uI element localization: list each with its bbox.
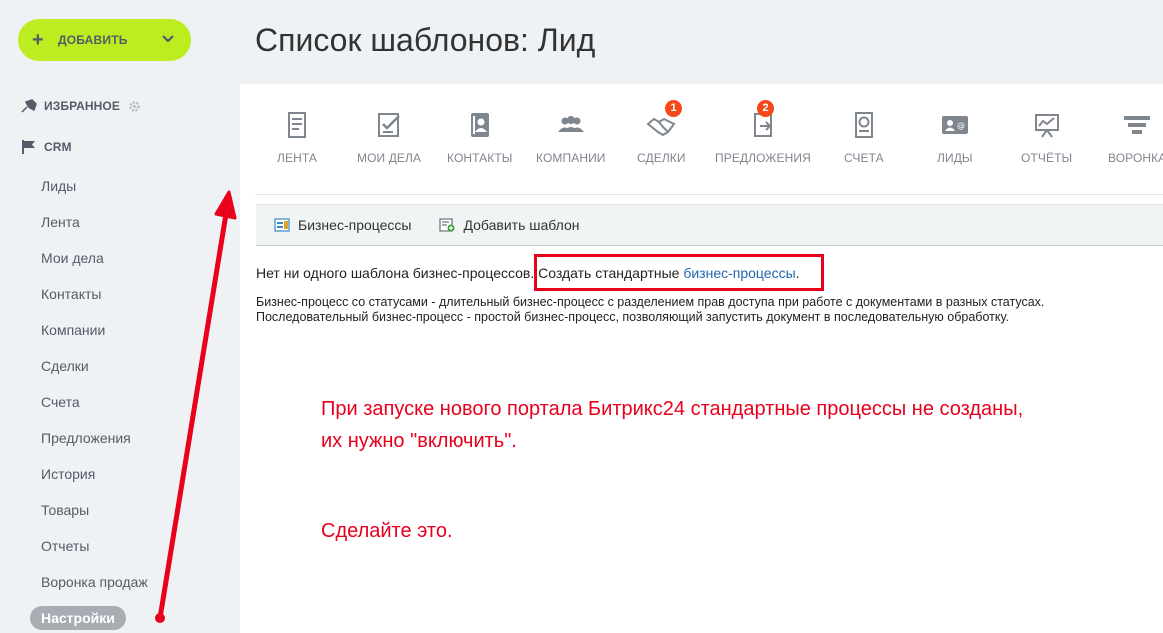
- favorites-label: ИЗБРАННОЕ: [44, 99, 120, 113]
- business-processes-button[interactable]: Бизнес-процессы: [274, 217, 411, 233]
- tab-tasks-label: МОИ ДЕЛА: [357, 151, 422, 165]
- add-button-label: ДОБАВИТЬ: [58, 33, 128, 47]
- sidebar-item-history[interactable]: История: [41, 466, 95, 482]
- tab-funnel[interactable]: ВОРОНКА: [1108, 110, 1163, 165]
- sidebar-item-companies[interactable]: Компании: [41, 322, 105, 338]
- page-title: Список шаблонов: Лид: [255, 22, 596, 58]
- pin-icon: [21, 99, 37, 113]
- sidebar-item-feed[interactable]: Лента: [41, 214, 80, 230]
- feed-icon: [287, 112, 306, 138]
- chevron-down-icon: [162, 35, 174, 43]
- tab-feed-label: ЛЕНТА: [277, 151, 317, 165]
- left-sidebar: + ДОБАВИТЬ ИЗБРАННОЕ CRM Лиды Лента Мои …: [0, 0, 240, 633]
- favorites-section[interactable]: ИЗБРАННОЕ: [20, 98, 141, 114]
- tab-contacts[interactable]: КОНТАКТЫ: [447, 110, 513, 165]
- sidebar-item-sales-funnel[interactable]: Воронка продаж: [41, 574, 148, 590]
- tab-quotes-label: ПРЕДЛОЖЕНИЯ: [715, 151, 811, 165]
- crm-toolbar: ЛЕНТА МОИ ДЕЛА КОНТАКТЫ КОМПАНИИ 1 СДЕЛК…: [240, 84, 1163, 194]
- tasks-icon: [378, 113, 400, 137]
- annotation-call-to-action: Сделайте это.: [321, 520, 453, 542]
- contacts-icon: [470, 113, 489, 137]
- deals-badge: 1: [665, 100, 682, 117]
- description-line-2: Последовательный бизнес-процесс - просто…: [256, 310, 1009, 324]
- add-template-label: Добавить шаблон: [463, 217, 580, 233]
- tab-leads-label: ЛИДЫ: [937, 151, 973, 165]
- plus-icon: +: [32, 29, 44, 51]
- no-templates-text: Нет ни одного шаблона бизнес-процессов.: [256, 265, 535, 281]
- crm-label: CRM: [44, 140, 72, 154]
- annotation-text: При запуске нового портала Битрикс24 ста…: [321, 393, 1023, 457]
- tab-contacts-label: КОНТАКТЫ: [447, 151, 513, 165]
- business-process-toolbar: Бизнес-процессы Добавить шаблон: [256, 204, 1163, 246]
- sidebar-item-settings[interactable]: Настройки: [30, 606, 126, 630]
- companies-icon: [557, 116, 584, 132]
- reports-icon: [1034, 114, 1059, 138]
- business-process-icon: [274, 218, 290, 232]
- tab-invoices[interactable]: СЧЕТА: [844, 110, 884, 165]
- add-template-icon: [439, 218, 455, 232]
- sidebar-item-deals[interactable]: Сделки: [41, 358, 89, 374]
- leads-icon: @: [941, 116, 968, 134]
- divider: [255, 194, 1163, 195]
- quotes-badge: 2: [757, 100, 774, 117]
- svg-text:@: @: [957, 121, 965, 130]
- add-button[interactable]: + ДОБАВИТЬ: [18, 19, 191, 61]
- invoices-icon: [854, 112, 873, 138]
- sidebar-item-products[interactable]: Товары: [41, 502, 89, 518]
- tab-quotes[interactable]: 2 ПРЕДЛОЖЕНИЯ: [715, 100, 811, 165]
- tab-companies[interactable]: КОМПАНИИ: [536, 110, 606, 165]
- tab-reports[interactable]: ОТЧЁТЫ: [1021, 110, 1072, 165]
- sidebar-item-tasks[interactable]: Мои дела: [41, 250, 104, 266]
- tab-funnel-label: ВОРОНКА: [1108, 151, 1163, 165]
- description: Бизнес-процесс со статусами - длительный…: [256, 295, 1044, 325]
- flag-icon: [22, 140, 35, 154]
- sidebar-item-reports[interactable]: Отчеты: [41, 538, 89, 554]
- business-processes-label: Бизнес-процессы: [298, 217, 412, 233]
- tab-deals[interactable]: 1 СДЕЛКИ: [637, 100, 686, 165]
- tab-tasks[interactable]: МОИ ДЕЛА: [357, 110, 421, 165]
- tab-deals-label: СДЕЛКИ: [637, 151, 686, 165]
- sidebar-item-quotes[interactable]: Предложения: [41, 430, 131, 446]
- tab-leads[interactable]: @ ЛИДЫ: [937, 110, 973, 165]
- funnel-icon: [1124, 116, 1151, 134]
- description-line-1: Бизнес-процесс со статусами - длительный…: [256, 295, 1045, 309]
- gear-icon[interactable]: [128, 100, 141, 113]
- highlight-box: [534, 254, 824, 291]
- annotation-line-1: При запуске нового портала Битрикс24 ста…: [321, 398, 1024, 420]
- sidebar-item-leads[interactable]: Лиды: [41, 178, 76, 194]
- add-template-button[interactable]: Добавить шаблон: [439, 217, 580, 233]
- crm-section[interactable]: CRM: [20, 139, 72, 155]
- tab-reports-label: ОТЧЁТЫ: [1021, 151, 1073, 165]
- sidebar-item-contacts[interactable]: Контакты: [41, 286, 101, 302]
- annotation-line-2: их нужно "включить".: [321, 430, 517, 452]
- tab-feed[interactable]: ЛЕНТА: [277, 110, 317, 165]
- sidebar-item-invoices[interactable]: Счета: [41, 394, 80, 410]
- work-area: ЛЕНТА МОИ ДЕЛА КОНТАКТЫ КОМПАНИИ 1 СДЕЛК…: [240, 84, 1163, 633]
- tab-companies-label: КОМПАНИИ: [536, 151, 606, 165]
- tab-invoices-label: СЧЕТА: [844, 151, 884, 165]
